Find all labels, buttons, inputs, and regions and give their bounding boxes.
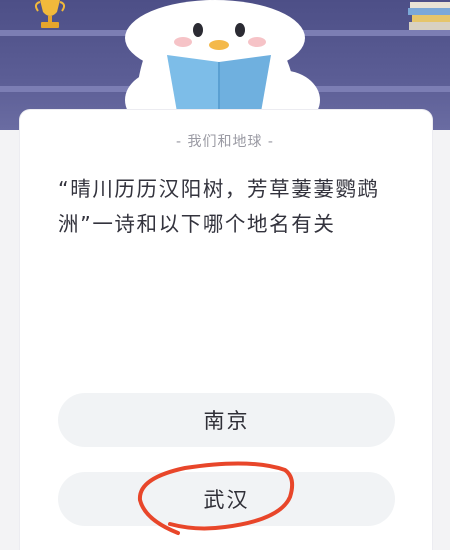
option-label: 武汉 [203, 488, 250, 512]
option-label: 南京 [203, 409, 250, 433]
category-label: - 我们和地球 - [175, 134, 274, 150]
books-icon [408, 2, 450, 30]
question-text: “晴川历历汉阳树，芳草萋萋鹦鹉洲”一诗和以下哪个地名有关 [58, 177, 380, 236]
option-button[interactable]: 武汉 [58, 472, 395, 526]
trophy-icon [34, 0, 66, 28]
option-button[interactable]: 南京 [58, 393, 395, 447]
